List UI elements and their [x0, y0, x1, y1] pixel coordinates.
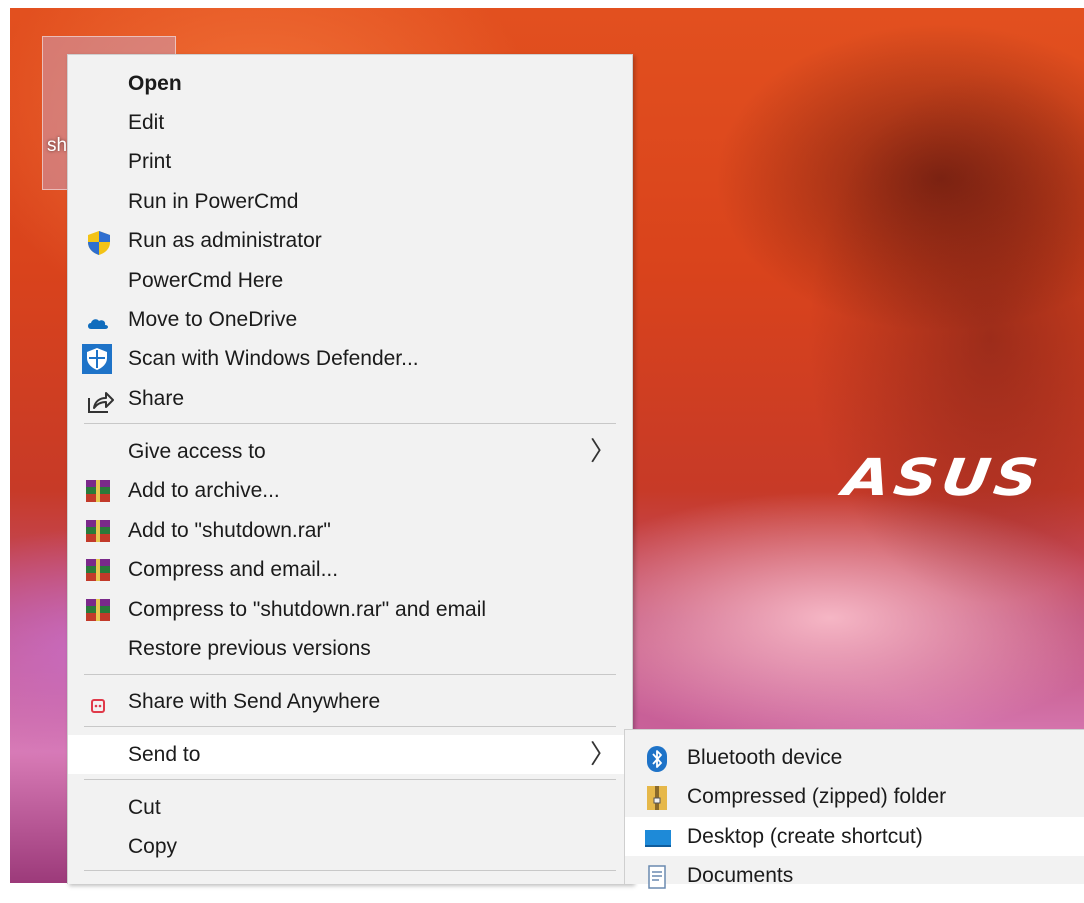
menu-item-label: Give access to	[128, 440, 266, 463]
winrar-icon	[86, 480, 110, 502]
menu-item-powercmd-here[interactable]: PowerCmd Here	[68, 261, 632, 300]
submenu-item-documents[interactable]: Documents	[625, 856, 1084, 895]
desktop-icon	[645, 825, 671, 849]
menu-item-run-in-powercmd[interactable]: Run in PowerCmd	[68, 182, 632, 221]
menu-separator	[84, 674, 616, 675]
menu-item-share[interactable]: Share	[68, 379, 632, 418]
menu-item-send-to[interactable]: Send to 〉	[68, 735, 632, 774]
menu-item-label: Move to OneDrive	[128, 308, 298, 331]
menu-item-label: Share	[128, 387, 185, 410]
winrar-icon	[86, 559, 110, 581]
menu-separator	[84, 870, 616, 871]
menu-item-scan-windows-defender[interactable]: Scan with Windows Defender...	[68, 339, 632, 378]
send-anywhere-icon	[86, 691, 110, 713]
submenu-item-label: Documents	[687, 864, 794, 887]
menu-item-label: Open	[128, 72, 182, 95]
bluetooth-icon	[645, 746, 669, 772]
menu-separator	[84, 726, 616, 727]
menu-item-add-to-shutdown-rar[interactable]: Add to "shutdown.rar"	[68, 511, 632, 550]
chevron-right-icon: 〉	[589, 436, 616, 466]
uac-shield-icon	[86, 230, 110, 255]
submenu-item-compressed-folder[interactable]: Compressed (zipped) folder	[625, 777, 1084, 816]
windows-defender-icon	[82, 344, 112, 374]
menu-item-label: Print	[128, 150, 172, 173]
submenu-item-label: Bluetooth device	[687, 746, 843, 769]
menu-separator	[84, 423, 616, 424]
menu-item-label: Send to	[128, 743, 201, 766]
menu-item-label: Compress and email...	[128, 558, 339, 581]
menu-item-label: Share with Send Anywhere	[128, 690, 381, 713]
menu-item-edit[interactable]: Edit	[68, 103, 632, 142]
menu-item-share-with-send-anywhere[interactable]: Share with Send Anywhere	[68, 682, 632, 721]
menu-separator	[84, 779, 616, 780]
menu-item-compress-to-rar-and-email[interactable]: Compress to "shutdown.rar" and email	[68, 590, 632, 629]
send-to-submenu: Bluetooth device Compressed (zipped) fol…	[624, 729, 1084, 889]
share-icon	[86, 388, 114, 413]
desktop-file-label: sh	[47, 135, 68, 156]
menu-item-print[interactable]: Print	[68, 142, 632, 181]
menu-item-cut[interactable]: Cut	[68, 788, 632, 827]
menu-item-label: PowerCmd Here	[128, 269, 284, 292]
menu-item-open[interactable]: Open	[68, 64, 632, 103]
asus-logo: ASUS	[839, 448, 1046, 508]
menu-item-give-access-to[interactable]: Give access to 〉	[68, 432, 632, 471]
menu-item-label: Compress to "shutdown.rar" and email	[128, 598, 487, 621]
menu-item-label: Edit	[128, 111, 165, 134]
submenu-item-bluetooth-device[interactable]: Bluetooth device	[625, 738, 1084, 777]
menu-item-label: Scan with Windows Defender...	[128, 347, 419, 370]
zip-folder-icon	[645, 785, 669, 810]
submenu-item-label: Desktop (create shortcut)	[687, 825, 923, 848]
winrar-icon	[86, 599, 110, 621]
menu-item-restore-previous-versions[interactable]: Restore previous versions	[68, 629, 632, 668]
menu-item-label: Restore previous versions	[128, 637, 371, 660]
menu-item-compress-and-email[interactable]: Compress and email...	[68, 550, 632, 589]
menu-item-move-to-onedrive[interactable]: Move to OneDrive	[68, 300, 632, 339]
onedrive-cloud-icon	[86, 309, 110, 331]
menu-item-label: Add to "shutdown.rar"	[128, 519, 331, 542]
context-menu: Open Edit Print Run in PowerCmd Run as a…	[67, 54, 633, 884]
menu-item-run-as-administrator[interactable]: Run as administrator	[68, 221, 632, 260]
documents-icon	[645, 864, 669, 889]
menu-item-copy[interactable]: Copy	[68, 827, 632, 866]
menu-item-label: Add to archive...	[128, 479, 280, 502]
menu-item-label: Cut	[128, 796, 161, 819]
menu-item-label: Run as administrator	[128, 229, 322, 252]
submenu-item-label: Compressed (zipped) folder	[687, 785, 947, 808]
winrar-icon	[86, 520, 110, 542]
chevron-right-icon: 〉	[589, 739, 616, 769]
menu-item-label: Copy	[128, 835, 178, 858]
submenu-item-desktop-shortcut[interactable]: Desktop (create shortcut)	[625, 817, 1084, 856]
menu-item-add-to-archive[interactable]: Add to archive...	[68, 471, 632, 510]
menu-item-label: Run in PowerCmd	[128, 190, 299, 213]
